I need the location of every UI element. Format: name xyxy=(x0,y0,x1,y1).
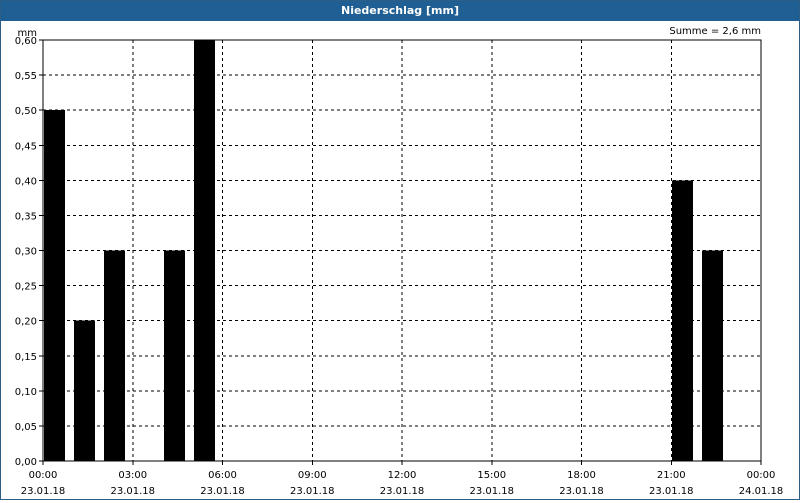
y-tick-label: 0,50 xyxy=(15,106,37,117)
x-tick-date-label: 23.01.18 xyxy=(649,486,694,497)
y-tick-label: 0,10 xyxy=(15,387,37,398)
x-tick-date-label: 24.01.18 xyxy=(739,486,784,497)
y-tick-label: 0,40 xyxy=(15,176,37,187)
y-tick-label: 0,25 xyxy=(15,282,37,293)
x-tick-date-label: 23.01.18 xyxy=(380,486,425,497)
x-tick-time-label: 03:00 xyxy=(118,470,147,481)
grid-layer xyxy=(43,39,761,461)
window-title: Niederschlag [mm] xyxy=(1,1,799,21)
x-tick-date-label: 23.01.18 xyxy=(200,486,245,497)
precipitation-chart: 0,00 0,05 0,10 0,15 0,20 0,25 0,30 0,35 0,40 0,45… xyxy=(1,22,799,499)
chart-window: Niederschlag [mm] 0,00 0,05 0,10 0,15 0,20 0,… xyxy=(0,0,800,500)
precipitation-bar xyxy=(672,180,693,462)
y-tick-label: 0,20 xyxy=(15,317,37,328)
y-tick-label: 0,05 xyxy=(15,422,37,433)
precipitation-bar xyxy=(194,40,215,461)
frame-layer xyxy=(39,39,762,465)
x-tick-date-label: 23.01.18 xyxy=(290,486,335,497)
x-tick-time-label: 12:00 xyxy=(388,470,417,481)
y-tick-label: 0,00 xyxy=(15,457,37,468)
y-tick-label: 0,30 xyxy=(15,247,37,258)
y-unit-label: mm xyxy=(18,28,37,39)
y-tick-label: 0,35 xyxy=(15,211,37,222)
sum-label: Summe = 2,6 mm xyxy=(669,26,761,37)
precipitation-bar xyxy=(74,320,95,461)
x-tick-date-label: 23.01.18 xyxy=(21,486,66,497)
x-tick-time-label: 00:00 xyxy=(747,470,776,481)
precipitation-bar xyxy=(104,250,125,461)
x-tick-date-label: 23.01.18 xyxy=(110,486,155,497)
x-tick-time-label: 00:00 xyxy=(29,470,58,481)
precipitation-chart-svg: 0,00 0,05 0,10 0,15 0,20 0,25 0,30 0,35 0,40 0,45… xyxy=(15,26,784,497)
precipitation-bar xyxy=(702,250,723,461)
x-tick-time-label: 06:00 xyxy=(208,470,237,481)
y-tick-label: 0,45 xyxy=(15,141,37,152)
x-tick-time-label: 18:00 xyxy=(567,470,596,481)
precipitation-bar xyxy=(164,250,185,461)
precipitation-bar xyxy=(44,110,65,462)
y-tick-label: 0,15 xyxy=(15,352,37,363)
x-tick-date-label: 23.01.18 xyxy=(469,486,514,497)
x-tick-time-label: 09:00 xyxy=(298,470,327,481)
x-tick-time-label: 15:00 xyxy=(477,470,506,481)
x-tick-date-label: 23.01.18 xyxy=(559,486,604,497)
y-tick-label: 0,55 xyxy=(15,71,37,82)
x-tick-time-label: 21:00 xyxy=(657,470,686,481)
